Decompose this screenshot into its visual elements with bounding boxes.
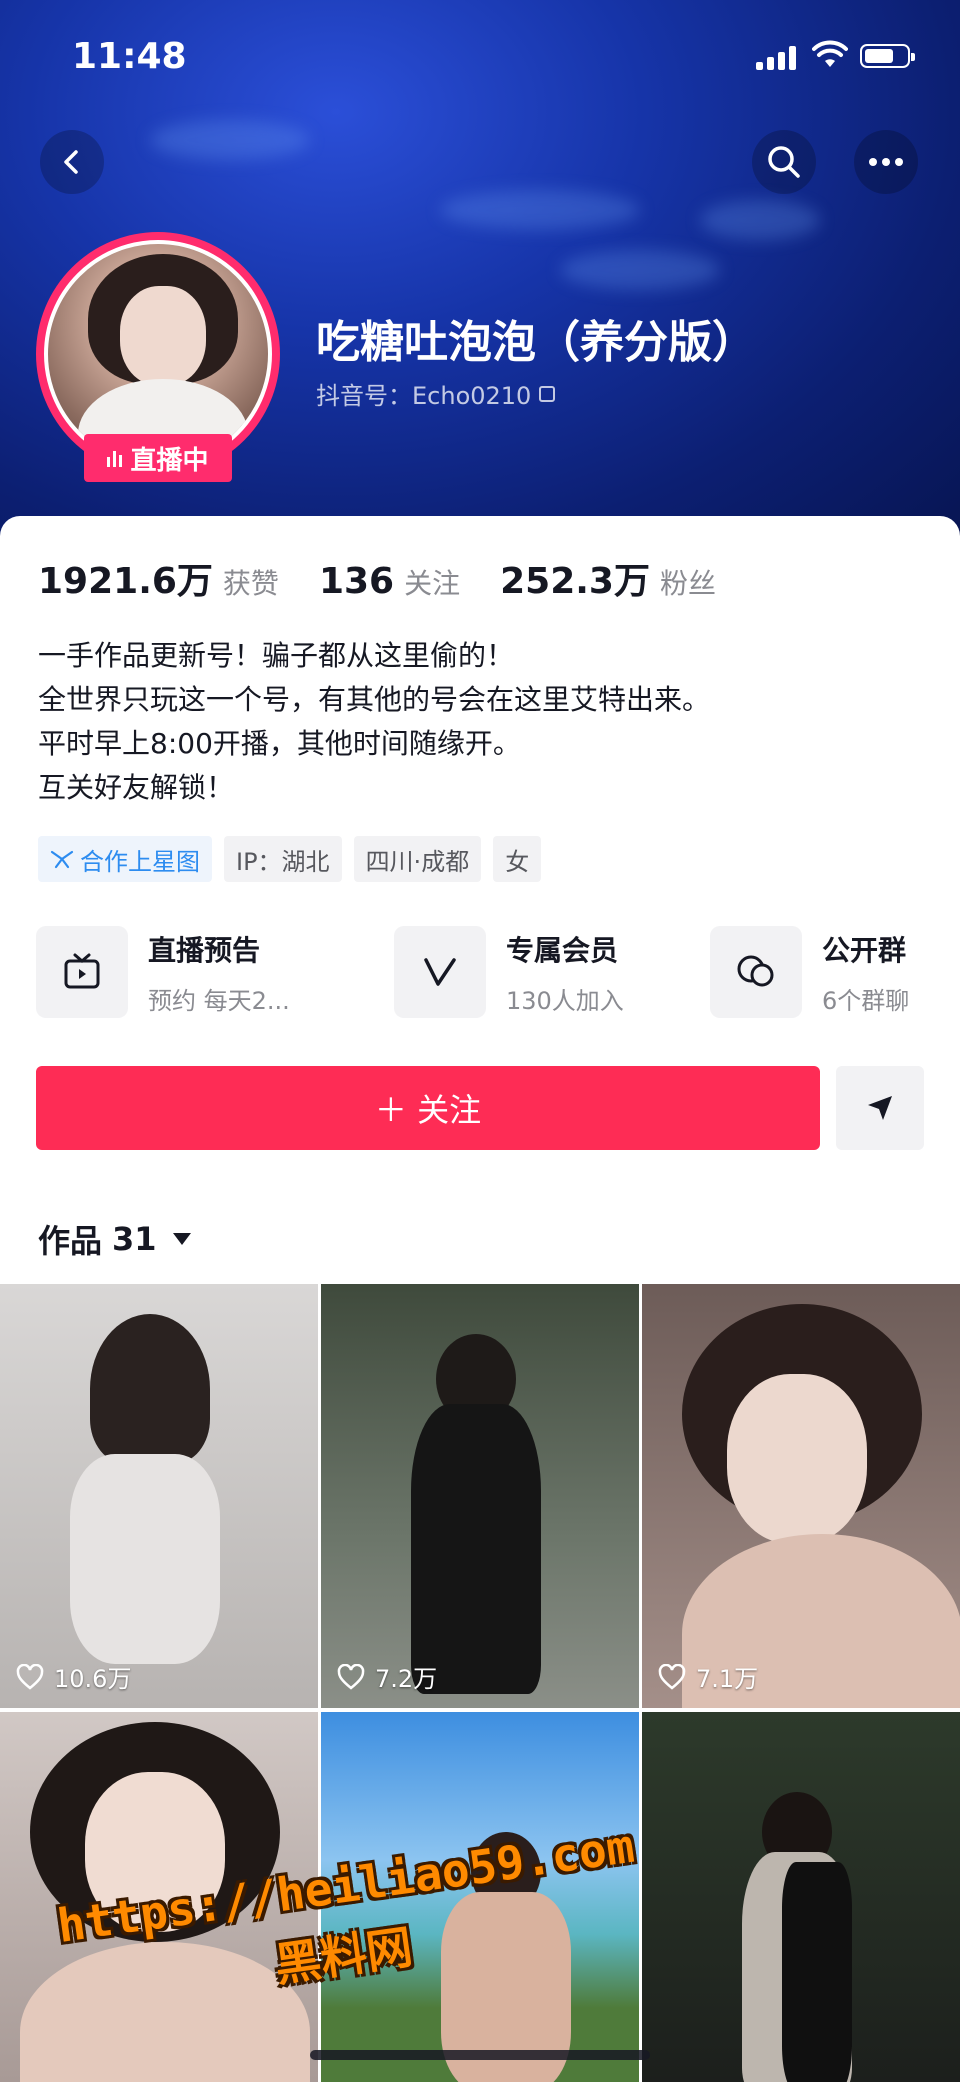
heart-icon — [16, 1663, 44, 1690]
card-subtitle: 130人加入 — [506, 986, 624, 1015]
heart-icon — [337, 1663, 365, 1690]
tags-row: 合作上星图 IP：湖北 四川·成都 女 — [38, 836, 542, 882]
tag-label: 女 — [505, 847, 530, 876]
card-title: 专属会员 — [506, 933, 619, 967]
copy-icon[interactable] — [539, 385, 556, 402]
light-ray — [150, 120, 310, 160]
tag-label: 四川·成都 — [365, 847, 470, 876]
status-bar: 11:48 — [0, 36, 960, 77]
profile-nickname: 吃糖吐泡泡（养分版） — [316, 317, 756, 368]
tv-icon — [36, 926, 128, 1018]
bio-line: 一手作品更新号！骗子都从这里偷的！ — [38, 639, 515, 672]
tag-label: IP：湖北 — [236, 847, 330, 876]
chevron-left-icon — [64, 150, 78, 174]
bio-line: 平时早上8:00开播，其他时间随缘开。 — [38, 727, 521, 760]
more-dots-icon — [869, 158, 903, 166]
video-likes: 10.6万 — [16, 1659, 131, 1694]
card-live-preview[interactable]: 直播预告 预约 每天2... — [36, 926, 290, 1018]
live-badge-label: 直播中 — [130, 445, 209, 476]
works-count: 31 — [112, 1220, 157, 1258]
stat-value: 136 — [318, 561, 395, 602]
card-title: 直播预告 — [148, 933, 261, 967]
bio-line: 互关好友解锁！ — [38, 771, 235, 804]
profile-content: 1921.6万 获赞 136 关注 252.3万 粉丝 一手作品更新号！骗子都从… — [0, 516, 960, 1276]
video-tile[interactable]: 7.1万 — [642, 1284, 960, 1708]
card-subtitle: 6个群聊 — [822, 986, 910, 1015]
live-bars-icon — [107, 449, 123, 467]
feature-cards: 直播预告 预约 每天2... 专属会员 130人加入 公开群 6个群聊 — [36, 926, 960, 1022]
video-tile[interactable] — [642, 1712, 960, 2082]
chat-bubbles-icon — [710, 926, 802, 1018]
tag-gender: 女 — [493, 836, 542, 882]
stat-label: 获赞 — [222, 567, 279, 600]
light-ray — [560, 250, 720, 290]
status-time: 11:48 — [72, 36, 187, 77]
more-button[interactable] — [854, 130, 918, 194]
battery-icon — [860, 44, 915, 68]
stat-label: 关注 — [404, 567, 461, 600]
star-chart-icon — [50, 850, 74, 869]
follow-button[interactable]: ＋ 关注 — [36, 1066, 820, 1150]
stat-label: 粉丝 — [659, 567, 716, 600]
stat-followers[interactable]: 252.3万 粉丝 — [500, 552, 716, 604]
follow-button-label: ＋ 关注 — [374, 1091, 482, 1129]
cellular-signal-icon — [756, 44, 800, 70]
profile-header: 11:48 直播中 吃糖吐泡泡（养分版） 抖音号：Echo0210 — [0, 0, 960, 560]
douyin-id-text: 抖音号：Echo0210 — [316, 382, 532, 410]
works-label: 作品 — [38, 1222, 103, 1260]
light-ray — [700, 200, 820, 240]
stat-following[interactable]: 136 关注 — [319, 561, 460, 602]
search-button[interactable] — [752, 130, 816, 194]
douyin-id[interactable]: 抖音号：Echo0210 — [316, 376, 556, 411]
live-badge[interactable]: 直播中 — [84, 434, 232, 482]
video-tile[interactable]: 7.2万 — [321, 1284, 639, 1708]
stat-likes: 1921.6万 获赞 — [38, 552, 279, 604]
tag-label: 合作上星图 — [80, 847, 200, 876]
tag-ip: IP：湖北 — [224, 836, 342, 882]
back-button[interactable] — [40, 130, 104, 194]
v-member-icon — [394, 926, 486, 1018]
likes-count: 7.1万 — [696, 1665, 759, 1693]
video-likes: 7.2万 — [337, 1659, 437, 1694]
likes-count: 7.2万 — [375, 1665, 438, 1693]
card-group-chat[interactable]: 公开群 6个群聊 — [710, 926, 909, 1018]
home-indicator[interactable] — [310, 2050, 650, 2060]
share-button[interactable] — [836, 1066, 924, 1150]
likes-count: 10.6万 — [54, 1665, 132, 1693]
caret-down-icon — [172, 1233, 191, 1245]
tag-star-chart[interactable]: 合作上星图 — [38, 836, 212, 882]
video-likes: 7.1万 — [658, 1659, 758, 1694]
bio-line: 全世界只玩这一个号，有其他的号会在这里艾特出来。 — [38, 683, 711, 716]
card-membership[interactable]: 专属会员 130人加入 — [394, 926, 624, 1018]
stat-value: 252.3万 — [500, 561, 650, 602]
light-ray — [440, 190, 640, 230]
video-tile[interactable]: 10.6万 — [0, 1284, 318, 1708]
bio: 一手作品更新号！骗子都从这里偷的！ 全世界只玩这一个号，有其他的号会在这里艾特出… — [38, 634, 918, 810]
card-subtitle: 预约 每天2... — [148, 986, 290, 1015]
stats-row: 1921.6万 获赞 136 关注 252.3万 粉丝 — [38, 552, 756, 604]
works-tab[interactable]: 作品 31 — [38, 1216, 191, 1262]
heart-icon — [658, 1663, 686, 1690]
card-title: 公开群 — [822, 933, 907, 967]
wifi-icon — [812, 40, 848, 67]
stat-value: 1921.6万 — [38, 561, 213, 602]
search-icon — [768, 146, 800, 178]
tag-location: 四川·成都 — [353, 836, 482, 882]
send-icon — [868, 1096, 892, 1120]
